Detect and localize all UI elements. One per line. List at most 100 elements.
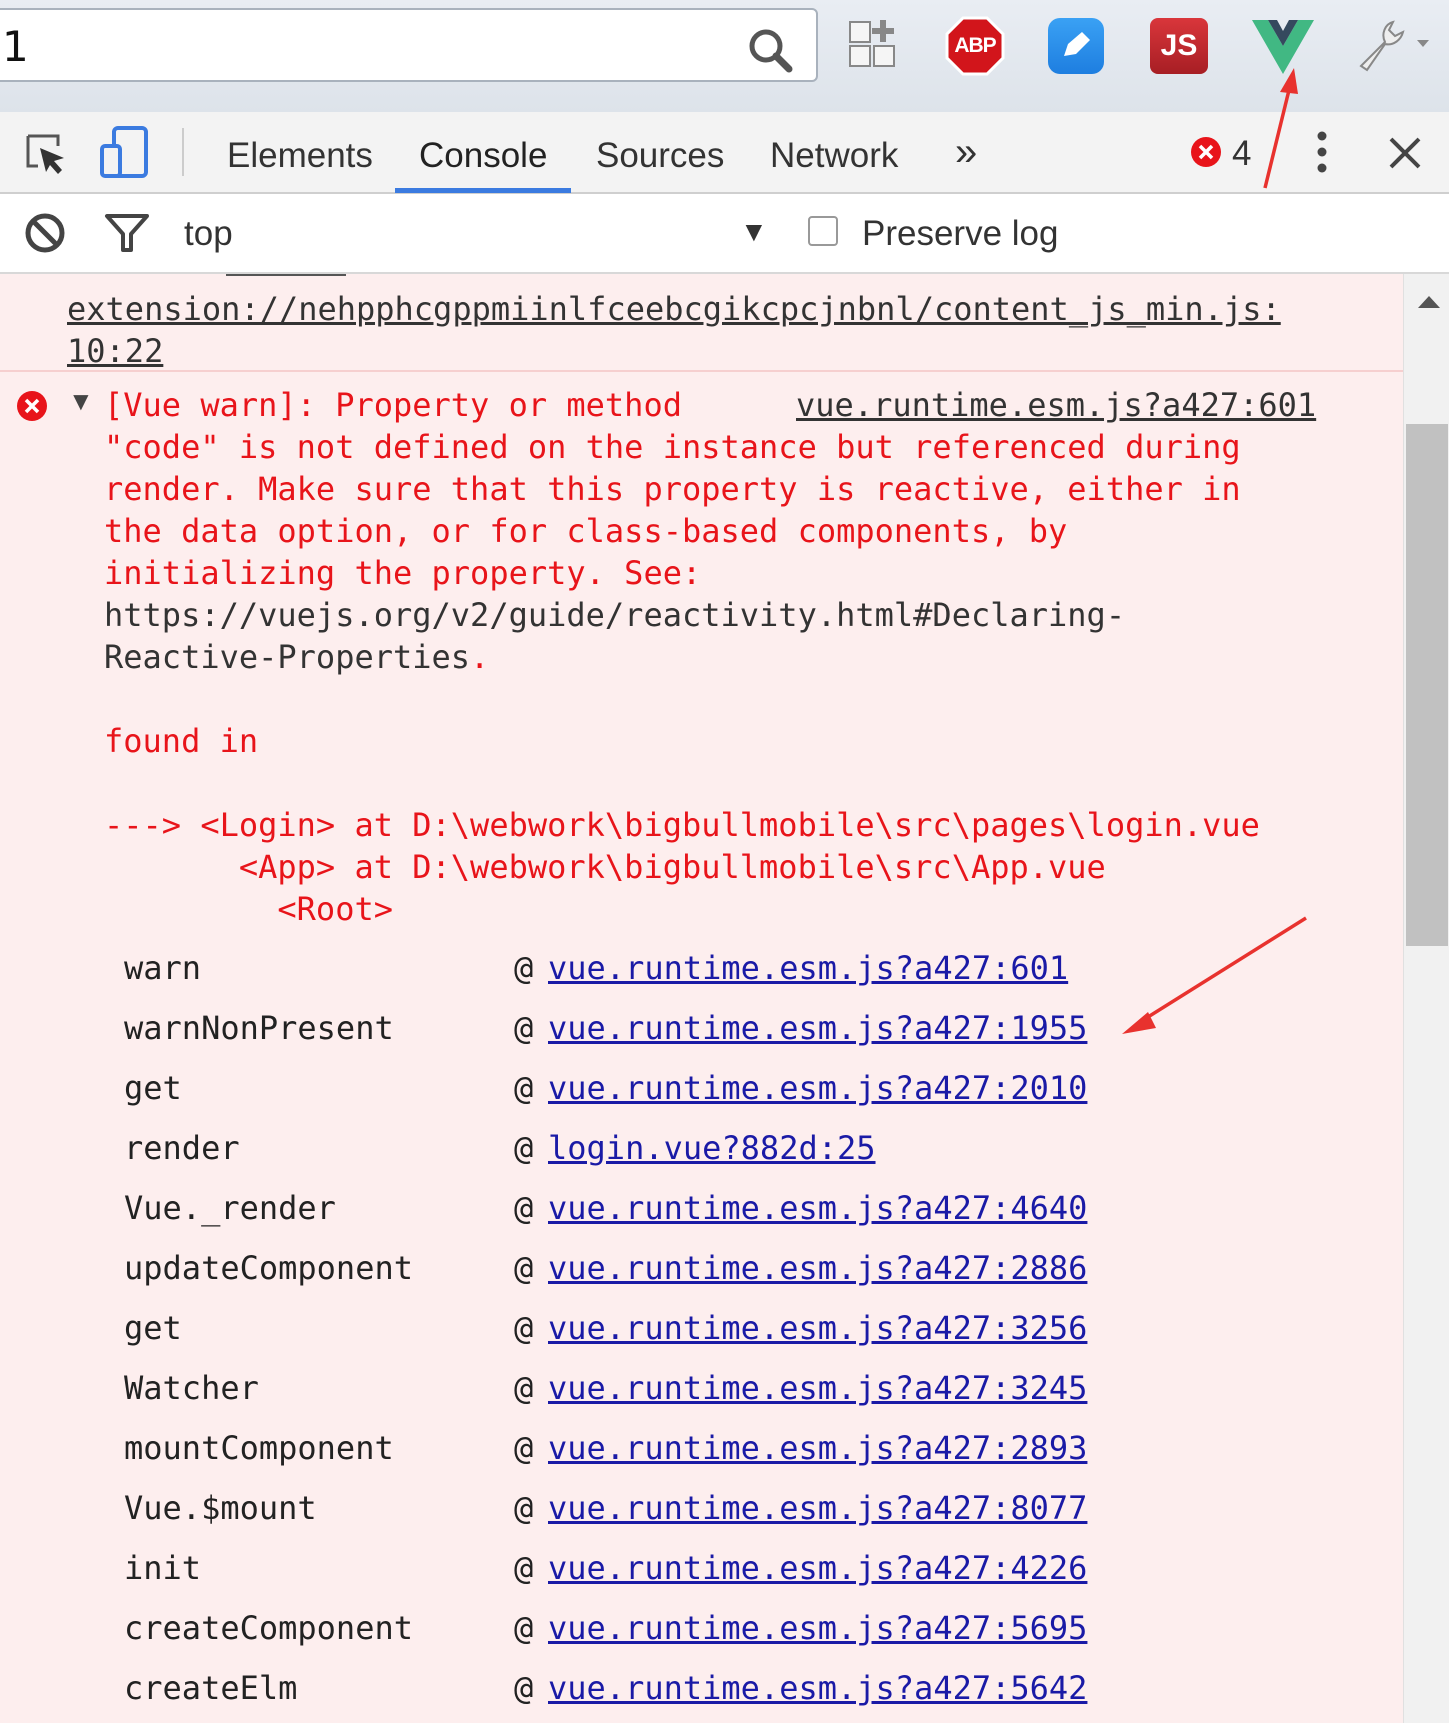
stack-frame-function: Watcher [124,1369,259,1407]
previous-message-underline [226,274,346,276]
component-trace-1: ---> <Login> at D:\webwork\bigbullmobile… [104,806,1260,844]
stack-frame-at: @ [514,1129,534,1167]
stack-frame-function: warn [124,949,202,987]
address-bar[interactable]: 1 [0,8,818,82]
expand-triangle-icon[interactable]: ▼ [68,386,94,417]
browser-toolbar: 1 ABP JS [0,0,1449,112]
filter-icon[interactable] [104,212,150,254]
error-count[interactable]: 4 [1232,134,1251,174]
scroll-up-arrow-icon[interactable] [1418,296,1440,308]
blue-pen-icon[interactable] [1048,18,1104,74]
preserve-log-checkbox[interactable] [808,216,838,246]
stack-frame-function: Vue._render [124,1189,336,1227]
more-options-icon[interactable] [1312,130,1332,174]
stack-frame-function: warnNonPresent [124,1009,394,1047]
error-icon [17,391,47,421]
stack-frame: updateComponent @ vue.runtime.esm.js?a427:… [124,1238,1324,1298]
more-tabs-icon[interactable]: » [955,130,977,175]
stack-frame-function: mountComponent [124,1429,394,1467]
stack-frame: createElm @ vue.runtime.esm.js?a427:5642 [124,1658,1324,1718]
chevron-down-icon[interactable]: ▼ [740,216,768,248]
stack-frame-at: @ [514,1489,534,1527]
error-source-link[interactable]: vue.runtime.esm.js?a427:601 [796,384,1316,426]
stack-frame-link[interactable]: login.vue?882d:25 [548,1118,876,1178]
clear-console-icon[interactable] [24,212,66,254]
abp-icon[interactable]: ABP [945,16,1005,76]
stack-frame: createComponent @ vue.runtime.esm.js?a427:… [124,1598,1324,1658]
stack-frame: warnNonPresent @ vue.runtime.esm.js?a427:1… [124,998,1324,1058]
error-count-icon[interactable] [1190,136,1222,168]
js-label: JS [1160,29,1198,62]
stack-frame-link[interactable]: vue.runtime.esm.js?a427:4640 [548,1178,1087,1238]
tab-console[interactable]: Console [419,136,547,176]
apps-icon[interactable] [848,18,898,70]
error-line-4: the data option, or for class-based comp… [104,512,1068,550]
stack-frame: get @ vue.runtime.esm.js?a427:2010 [124,1058,1324,1118]
stack-frame: Vue.$mount @ vue.runtime.esm.js?a427:8077 [124,1478,1324,1538]
js-icon[interactable]: JS [1150,18,1208,74]
wrench-icon[interactable] [1355,16,1435,72]
vue-devtools-icon[interactable] [1252,20,1314,74]
address-bar-text: 1 [2,22,29,71]
stack-frame-at: @ [514,1309,534,1347]
stack-frame-at: @ [514,1069,534,1107]
stack-frame-link[interactable]: vue.runtime.esm.js?a427:601 [548,938,1068,998]
device-toolbar-icon[interactable] [100,126,150,180]
scrollbar-thumb[interactable] [1406,424,1448,946]
toolbar-separator [182,128,184,176]
stack-frame-function: render [124,1129,240,1167]
tab-elements[interactable]: Elements [227,136,373,176]
component-trace-2: <App> at D:\webwork\bigbullmobile\src\Ap… [104,848,1106,886]
docs-url-line-1[interactable]: https://vuejs.org/v2/guide/reactivity.ht… [104,596,1125,634]
stack-frame-at: @ [514,1609,534,1647]
stack-frame-at: @ [514,1549,534,1587]
error-line-1: [Vue warn]: Property or method [104,386,682,424]
stack-frame-function: get [124,1069,182,1107]
error-line-3: render. Make sure that this property is … [104,470,1241,508]
error-line-5: initializing the property. See: [104,554,702,592]
docs-url-line-2[interactable]: Reactive-Properties [104,638,470,676]
stack-frame-function: Vue.$mount [124,1489,317,1527]
stack-frame: Watcher @ vue.runtime.esm.js?a427:3245 [124,1358,1324,1418]
stack-frame-at: @ [514,1369,534,1407]
stack-frame: render @ login.vue?882d:25 [124,1118,1324,1178]
message-divider [0,370,1403,372]
docs-url-tail: . [470,638,490,676]
stack-frame-link[interactable]: vue.runtime.esm.js?a427:2886 [548,1238,1087,1298]
stack-frame-at: @ [514,949,534,987]
stack-frame: mountComponent @ vue.runtime.esm.js?a427:2… [124,1418,1324,1478]
console-scrollbar[interactable] [1403,274,1449,1723]
stack-frame-link[interactable]: vue.runtime.esm.js?a427:5695 [548,1598,1087,1658]
stack-frame-link[interactable]: vue.runtime.esm.js?a427:4226 [548,1538,1087,1598]
inspect-element-icon[interactable] [24,132,68,176]
abp-label: ABP [954,34,996,57]
stack-frame-function: createElm [124,1669,298,1707]
console-toolbar: top ▼ Preserve log [0,194,1449,274]
stack-frame-at: @ [514,1009,534,1047]
stack-frame-function: get [124,1309,182,1347]
close-icon[interactable] [1388,136,1422,170]
previous-message-source-link[interactable]: extension://nehpphcgppmiinlfceebcgikcpcj… [67,288,1327,372]
stack-frame: warn @ vue.runtime.esm.js?a427:601 [124,938,1324,998]
stack-frame: Vue._render @ vue.runtime.esm.js?a427:4640 [124,1178,1324,1238]
stack-frame-link[interactable]: vue.runtime.esm.js?a427:5642 [548,1658,1087,1718]
stack-frame-link[interactable]: vue.runtime.esm.js?a427:3245 [548,1358,1087,1418]
found-in-label: found in [104,722,259,760]
search-icon[interactable] [746,26,794,74]
stack-frame-at: @ [514,1429,534,1467]
stack-frame-at: @ [514,1189,534,1227]
stack-frame-link[interactable]: vue.runtime.esm.js?a427:3256 [548,1298,1087,1358]
stack-frame-link[interactable]: vue.runtime.esm.js?a427:2010 [548,1058,1087,1118]
stack-frame-link[interactable]: vue.runtime.esm.js?a427:2893 [548,1418,1087,1478]
stack-frame-function: updateComponent [124,1249,413,1287]
stack-frame-link[interactable]: vue.runtime.esm.js?a427:8077 [548,1478,1087,1538]
error-line-2: "code" is not defined on the instance bu… [104,428,1241,466]
preserve-log-label[interactable]: Preserve log [862,214,1058,254]
tab-network[interactable]: Network [770,136,898,176]
context-selector[interactable]: top [184,214,233,254]
active-tab-indicator [395,188,571,193]
stack-frame-at: @ [514,1249,534,1287]
stack-frame-link[interactable]: vue.runtime.esm.js?a427:1955 [548,998,1087,1058]
stack-frame: init @ vue.runtime.esm.js?a427:4226 [124,1538,1324,1598]
tab-sources[interactable]: Sources [596,136,724,176]
